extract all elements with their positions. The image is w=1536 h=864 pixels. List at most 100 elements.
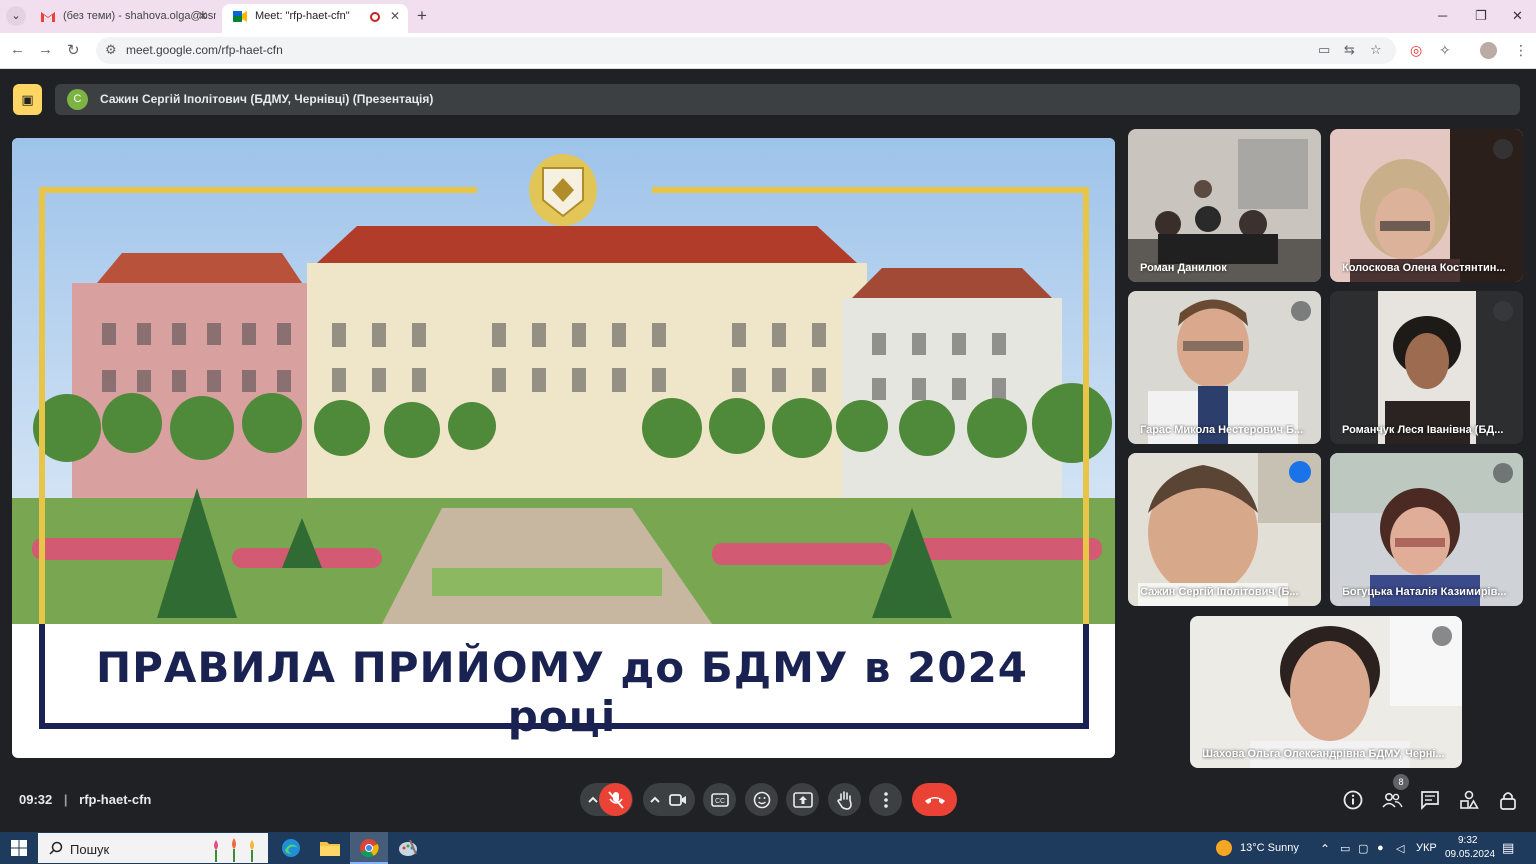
minimize-icon[interactable]: ─ <box>1438 8 1447 23</box>
translate-icon[interactable]: ⇆ <box>1344 42 1355 58</box>
chrome-icon <box>360 839 379 858</box>
back-icon[interactable]: ← <box>10 41 25 58</box>
mic-off-icon <box>1493 463 1513 483</box>
tab-gmail[interactable]: (без теми) - shahova.olga@bsm ✕ <box>30 4 216 33</box>
google-meet-icon <box>233 11 247 22</box>
extension-icon[interactable]: ◎ <box>1410 42 1422 59</box>
leave-call-button[interactable] <box>912 783 957 816</box>
file-explorer-icon[interactable] <box>320 840 340 856</box>
hang-up-icon <box>925 797 945 804</box>
tab-title: (без теми) - shahova.olga@bsm <box>63 10 216 22</box>
presenter-bar: С Сажин Сергій Іполітович (БДМУ, Чернівц… <box>55 84 1520 115</box>
search-placeholder: Пошук <box>70 842 110 857</box>
captions-button[interactable]: CC <box>703 783 736 816</box>
camera-permission-icon[interactable]: ▭ <box>1318 42 1330 58</box>
network-icon[interactable]: ▭ <box>1340 842 1350 855</box>
clock-time[interactable]: 9:32 <box>1458 835 1477 846</box>
mic-off-icon <box>1493 139 1513 159</box>
taskbar-search[interactable]: Пошук <box>38 833 268 863</box>
paint-app-icon[interactable] <box>398 838 418 858</box>
more-vertical-icon <box>884 792 888 808</box>
url-text: meet.google.com/rfp-haet-cfn <box>126 43 283 57</box>
mic-off-icon <box>608 791 624 809</box>
tab-search-button[interactable]: ⌄ <box>6 6 26 26</box>
present-screen-icon <box>793 792 813 808</box>
browser-menu-icon[interactable]: ⋮ <box>1514 42 1528 59</box>
participant-name: Колоскова Олена Костянтин... <box>1342 262 1506 274</box>
mic-off-icon <box>1432 626 1452 646</box>
close-tab-icon[interactable]: ✕ <box>198 4 208 29</box>
show-hidden-icons-icon[interactable]: ⌃ <box>1320 842 1330 856</box>
search-icon <box>49 841 63 855</box>
participant-tile[interactable]: Шахова Ольга Олександрівна БДМУ, Черні..… <box>1190 616 1462 768</box>
reload-icon[interactable]: ↻ <box>67 41 80 59</box>
weather-sun-icon[interactable] <box>1216 840 1232 856</box>
mic-off-icon <box>1291 301 1311 321</box>
unpin-presentation-button[interactable]: ▣ <box>13 84 42 115</box>
chevron-up-icon <box>650 796 660 803</box>
restore-icon[interactable]: ❐ <box>1475 8 1487 24</box>
presentation-slide: ПРАВИЛА ПРИЙОМУ до БДМУ в 2024 році <box>12 138 1115 758</box>
camera-icon[interactable] <box>669 793 687 807</box>
bookmark-star-icon[interactable]: ☆ <box>1370 42 1382 58</box>
host-controls-icon[interactable] <box>1497 789 1519 811</box>
more-options-button[interactable] <box>869 783 902 816</box>
people-icon[interactable] <box>1381 789 1403 811</box>
participant-tile[interactable]: Роман Данилюк <box>1128 129 1321 282</box>
windows-taskbar: Пошук 13°C Sunny ⌃ ▭ ▢ ● ◁ УКР 9:32 09.0… <box>0 832 1536 864</box>
participant-video <box>1190 616 1462 768</box>
weather-text[interactable]: 13°C Sunny <box>1240 842 1299 854</box>
chat-icon[interactable] <box>1419 789 1441 811</box>
new-tab-icon[interactable]: + <box>417 6 427 26</box>
edge-icon[interactable] <box>281 838 301 858</box>
tab-meet[interactable]: Meet: "rfp-haet-cfn" ✕ <box>222 4 408 33</box>
chrome-taskbar-button[interactable] <box>350 832 388 864</box>
browser-tab-strip: ⌄ (без теми) - shahova.olga@bsm ✕ Meet: … <box>0 0 1536 33</box>
tulips-icon <box>214 838 254 862</box>
display-icon[interactable]: ▢ <box>1358 842 1368 855</box>
site-info-icon[interactable]: ⚙ <box>105 42 117 58</box>
speaking-indicator-icon <box>1289 461 1311 483</box>
participant-tile[interactable]: Романчук Леся Іванівна (БД... <box>1330 291 1523 444</box>
participant-tile[interactable]: Сажин Сергій Іполітович (Б... <box>1128 453 1321 606</box>
reactions-button[interactable] <box>745 783 778 816</box>
participant-name: Романчук Леся Іванівна (БД... <box>1342 424 1504 436</box>
microphone-tray-icon[interactable]: ● <box>1377 842 1384 854</box>
meeting-details-icon[interactable] <box>1342 789 1364 811</box>
participant-tile[interactable]: Богуцька Наталія Казимирів... <box>1330 453 1523 606</box>
clock-date[interactable]: 09.05.2024 <box>1445 849 1495 860</box>
participant-name: Гарас Микола Нестерович Б... <box>1140 424 1304 436</box>
close-window-icon[interactable]: ✕ <box>1512 8 1523 24</box>
browser-toolbar: ← → ↻ ⚙ meet.google.com/rfp-haet-cfn ▭ ⇆… <box>0 33 1536 69</box>
participant-name: Богуцька Наталія Казимирів... <box>1342 586 1507 598</box>
participant-video <box>1128 129 1321 282</box>
raise-hand-icon <box>837 791 852 810</box>
volume-icon[interactable]: ◁ <box>1396 842 1404 855</box>
participant-tile[interactable]: Колоскова Олена Костянтин... <box>1330 129 1523 282</box>
notifications-icon[interactable]: ▤ <box>1502 840 1514 856</box>
gmail-icon <box>41 12 55 22</box>
participant-name: Шахова Ольга Олександрівна БДМУ, Черні..… <box>1202 748 1445 760</box>
windows-start-icon[interactable] <box>11 840 27 856</box>
raise-hand-button[interactable] <box>828 783 861 816</box>
chevron-up-icon <box>588 796 598 803</box>
address-bar[interactable]: ⚙ meet.google.com/rfp-haet-cfn ▭ ⇆ ☆ <box>96 37 1396 64</box>
activities-icon[interactable] <box>1458 789 1480 811</box>
present-screen-button[interactable] <box>786 783 819 816</box>
extensions-puzzle-icon[interactable]: ✧ <box>1439 42 1451 59</box>
participant-tile[interactable]: Гарас Микола Нестерович Б... <box>1128 291 1321 444</box>
language-indicator[interactable]: УКР <box>1416 842 1437 854</box>
microphone-toggle-button[interactable] <box>599 783 632 816</box>
meeting-separator: | <box>63 792 68 807</box>
emoji-icon <box>753 791 771 809</box>
closed-captions-icon: CC <box>711 793 729 807</box>
slide-title: ПРАВИЛА ПРИЙОМУ до БДМУ в 2024 році <box>95 643 1029 741</box>
participant-count-badge: 8 <box>1393 774 1409 790</box>
video-options-button[interactable] <box>643 783 695 816</box>
svg-text:CC: CC <box>715 798 725 805</box>
meet-controls-bar: 09:32 | rfp-haet-cfn CC 8 <box>0 765 1536 832</box>
forward-icon[interactable]: → <box>38 41 53 58</box>
close-tab-icon[interactable]: ✕ <box>390 4 400 29</box>
presenter-label: Сажин Сергій Іполітович (БДМУ, Чернівці)… <box>100 92 434 106</box>
profile-avatar[interactable] <box>1480 42 1497 59</box>
